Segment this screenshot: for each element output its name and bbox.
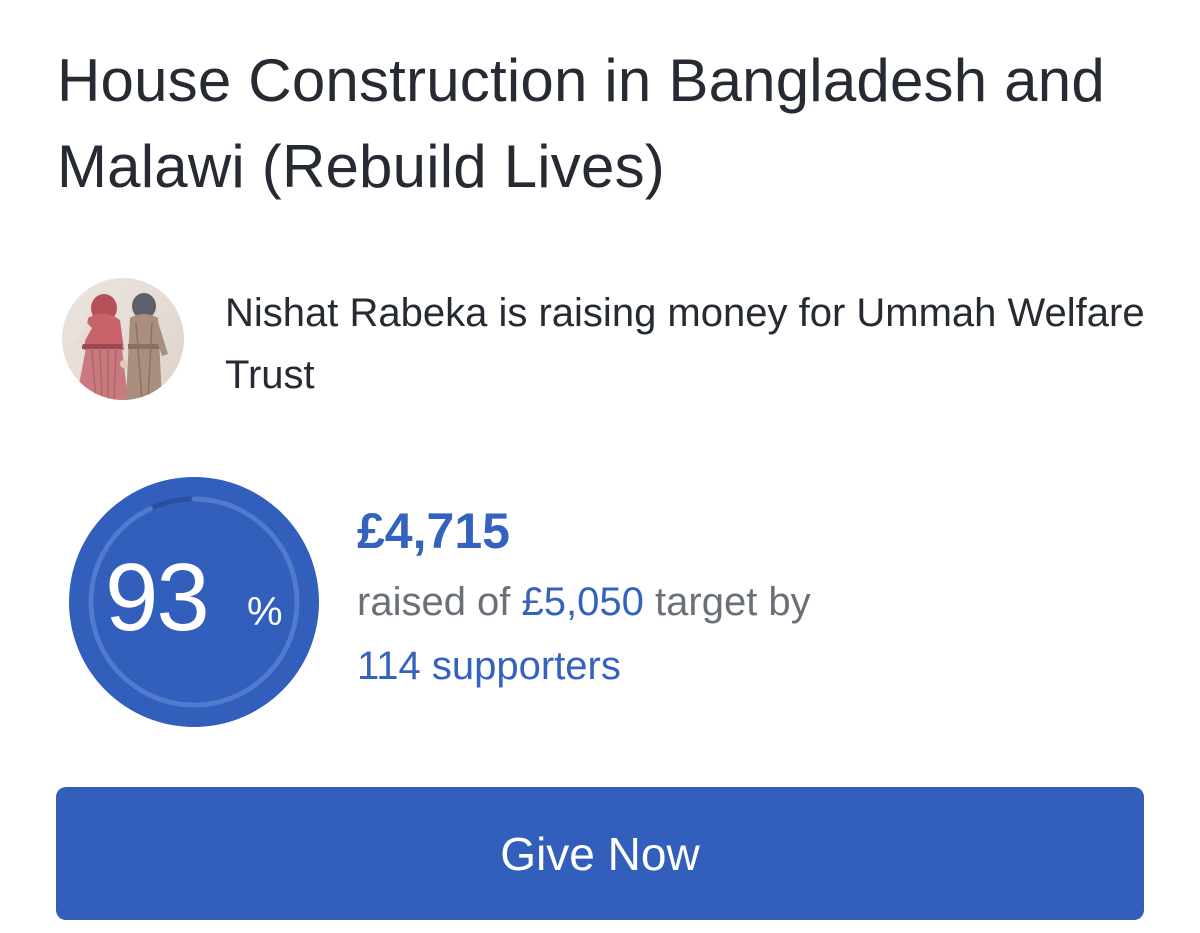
percent-sign: % (247, 590, 283, 634)
amount-raised: £4,715 (357, 503, 510, 559)
fundraiser-info: Nishat Rabeka is raising money for Ummah… (62, 278, 1152, 404)
target-suffix: target by (655, 580, 811, 624)
give-now-button[interactable]: Give Now (56, 787, 1144, 920)
page-title: House Construction in Bangladesh and Mal… (57, 47, 1105, 200)
supporters-link[interactable]: 114 supporters (357, 635, 1117, 697)
fundraising-page: House Construction in Bangladesh and Mal… (0, 0, 1200, 933)
percent-value: 93 (105, 544, 210, 651)
target-amount: £5,050 (521, 580, 644, 624)
avatar[interactable] (62, 278, 184, 400)
progress-ring: 93 % (69, 477, 319, 727)
fundraiser-description: Nishat Rabeka is raising money for Ummah… (225, 291, 1145, 397)
target-line: raised of £5,050 target by (357, 571, 1117, 633)
fundraising-stats: £4,715 raised of £5,050 target by 114 su… (357, 500, 1117, 697)
avatar-illustration-icon (62, 278, 184, 400)
percent-display: 93 % (69, 477, 319, 727)
raised-prefix: raised of (357, 580, 511, 624)
